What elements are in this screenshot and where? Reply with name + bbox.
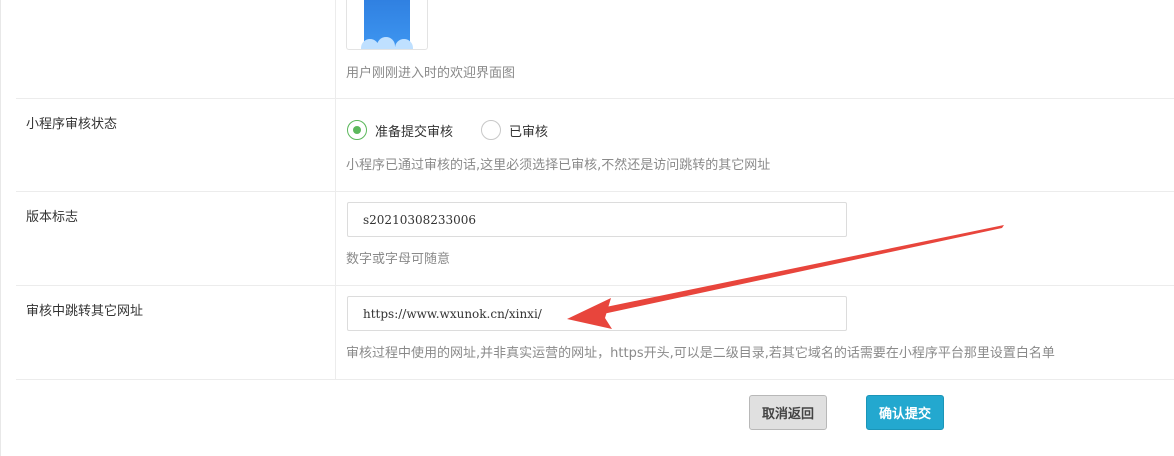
redirect-url-hint: 审核过程中使用的网址,并非真实运营的网址，https开头,可以是二级目录,若其它…: [346, 346, 1055, 361]
review-status-label: 小程序审核状态: [26, 117, 118, 132]
radio-label: 已审核: [509, 124, 549, 140]
redirect-url-input[interactable]: https://www.wxunok.cn/xinxi/: [347, 296, 847, 331]
label-column: 小程序审核状态: [16, 99, 336, 191]
radio-unchecked-icon: [481, 120, 501, 140]
version-label: 版本标志: [26, 210, 79, 225]
welcome-image-hint: 用户刚刚进入时的欢迎界面图: [346, 66, 516, 81]
radio-pending-review[interactable]: 准备提交审核: [347, 120, 453, 140]
version-hint: 数字或字母可随意: [346, 252, 451, 267]
label-column: 审核中跳转其它网址: [16, 286, 336, 379]
settings-form: 用户刚刚进入时的欢迎界面图 小程序审核状态 准备提交审核 已审核 小程序已通过审…: [0, 0, 1174, 456]
submit-button[interactable]: 确认提交: [866, 395, 944, 430]
redirect-url-label: 审核中跳转其它网址: [26, 304, 144, 319]
version-input[interactable]: s20210308233006: [347, 202, 847, 237]
radio-checked-icon: [347, 120, 367, 140]
radio-label: 准备提交审核: [375, 124, 454, 140]
cancel-button[interactable]: 取消返回: [749, 395, 827, 430]
review-status-hint: 小程序已通过审核的话,这里必须选择已审核,不然还是访问跳转的其它网址: [346, 158, 771, 173]
review-status-row: 小程序审核状态: [16, 99, 1174, 192]
label-column: [16, 0, 336, 98]
radio-reviewed[interactable]: 已审核: [481, 120, 548, 140]
welcome-image-thumbnail[interactable]: [346, 0, 428, 50]
welcome-image-row: [16, 0, 1174, 99]
label-column: 版本标志: [16, 192, 336, 285]
